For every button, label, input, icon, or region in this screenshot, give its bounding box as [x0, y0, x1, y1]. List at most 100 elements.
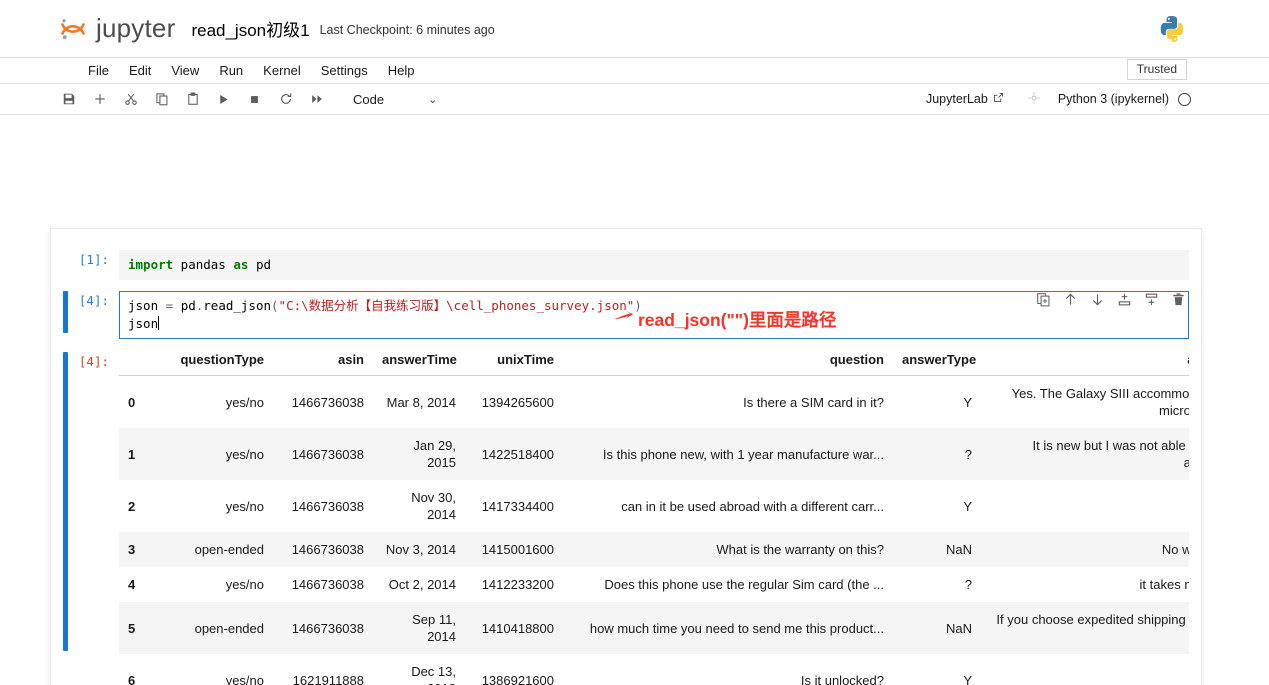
cell-question: What is the warranty on this?	[716, 542, 884, 557]
dataframe-body: 0 yes/no 1466736038 Mar 8, 2014 13942656…	[119, 376, 1189, 685]
cell-answer: it takes mini sim	[1139, 577, 1189, 592]
notebook-title[interactable]: read_json初级1	[191, 16, 309, 41]
cell-answer: It is new but I was not able to get it a…	[1032, 438, 1189, 470]
code-cell-1[interactable]: [1]: import pandas as pd	[51, 245, 1201, 285]
table-row: 5 open-ended 1466736038 Sep 11, 2014 141…	[119, 602, 1189, 654]
dataframe-output: questionType asin answerTime unixTime qu…	[119, 346, 1189, 685]
jupyterlab-label: JupyterLab	[925, 92, 988, 106]
copy-cell-button[interactable]	[149, 88, 174, 111]
kw-import: import	[128, 257, 174, 272]
menu-file[interactable]: File	[78, 61, 119, 80]
insert-cell-button[interactable]	[87, 88, 112, 111]
row-index: 1	[128, 446, 136, 462]
cell-answer: No warranty	[1161, 542, 1189, 557]
dataframe-table: questionType asin answerTime unixTime qu…	[119, 346, 1189, 685]
jupyter-logo-text: jupyter	[96, 13, 176, 43]
cell-answerTime: Oct 2, 2014	[388, 577, 456, 592]
cell-answerType: Y	[963, 394, 972, 410]
tok-json-line2: json	[128, 316, 159, 331]
text-cursor	[158, 316, 160, 330]
table-row: 2 yes/no 1466736038 Nov 30, 2014 1417334…	[119, 480, 1189, 532]
menu-view[interactable]: View	[161, 61, 209, 80]
tok-pd-mod: pd	[173, 298, 196, 313]
cell-2-editor[interactable]: json = pd.read_json("C:\数据分析【自我练习版】\cell…	[119, 291, 1189, 339]
external-link-icon	[993, 92, 1004, 106]
cell-unixTime: 1394265600	[481, 394, 554, 410]
col-answerTime: answerTime	[373, 346, 465, 376]
move-cell-down-icon[interactable]	[1089, 291, 1106, 308]
cell-2-prompt: [4]:	[78, 293, 109, 308]
table-row: 1 yes/no 1466736038 Jan 29, 2015 1422518…	[119, 428, 1189, 480]
col-asin: asin	[273, 346, 373, 376]
tok-rparen: )	[634, 298, 642, 313]
menu-kernel[interactable]: Kernel	[253, 61, 311, 80]
tok-path-string: "C:\数据分析【自我练习版】\cell_phones_survey.json"	[278, 298, 635, 313]
menu-run[interactable]: Run	[209, 61, 253, 80]
cell-asin: 1466736038	[291, 446, 364, 462]
cell-question: how much time you need to send me this p…	[589, 620, 884, 636]
delete-cell-icon[interactable]	[1170, 291, 1187, 308]
row-index: 0	[128, 394, 136, 410]
cell-questionType: yes/no	[225, 498, 264, 514]
cell-1-editor[interactable]: import pandas as pd	[119, 250, 1189, 280]
code-cell-2[interactable]: [4]: json = pd.read_json("C:\数据分析【自我练习版】…	[51, 285, 1201, 344]
cell-answerType: ?	[964, 446, 972, 462]
cell-answerTime: Nov 3, 2014	[385, 542, 456, 557]
cell-question: Is it unlocked?	[800, 672, 884, 685]
run-cell-button[interactable]	[211, 88, 236, 111]
cell-unixTime: 1415001600	[481, 542, 554, 557]
cell-2-selection-bar	[63, 291, 68, 333]
move-cell-up-icon[interactable]	[1062, 291, 1079, 308]
duplicate-cell-icon[interactable]	[1035, 291, 1052, 308]
python-logo-icon	[1157, 14, 1187, 44]
cell-answerType: Y	[963, 498, 972, 514]
output-cell: [4]: questionType asin answerTime unixTi…	[51, 346, 1201, 685]
gear-icon[interactable]	[1028, 92, 1040, 107]
restart-kernel-button[interactable]	[273, 88, 298, 111]
cut-cell-button[interactable]	[118, 88, 143, 111]
cell-answerTime: Dec 13, 2013	[411, 664, 456, 685]
insert-cell-above-icon[interactable]	[1116, 291, 1133, 308]
menu-help[interactable]: Help	[378, 61, 425, 80]
cell-unixTime: 1422518400	[481, 446, 554, 462]
menu-edit[interactable]: Edit	[119, 61, 161, 80]
row-index: 3	[128, 542, 136, 557]
menu-settings[interactable]: Settings	[311, 61, 378, 80]
output-selection-bar	[63, 352, 68, 651]
cell-answer: If you choose expedited shipping you wil…	[996, 612, 1189, 627]
cell-asin: 1466736038	[291, 577, 364, 592]
jupyter-logo[interactable]: jupyter	[58, 13, 175, 44]
jupyter-logo-icon	[58, 14, 88, 44]
notebook-page-area: [1]: import pandas as pd [4]: json = pd.…	[0, 115, 1269, 685]
cell-type-select[interactable]: Code	[349, 91, 388, 108]
tok-pd: pd	[248, 257, 272, 272]
kernel-status-icon[interactable]	[1178, 92, 1191, 106]
table-row: 0 yes/no 1466736038 Mar 8, 2014 13942656…	[119, 376, 1189, 429]
row-index: 2	[128, 498, 136, 514]
cell-asin: 1466736038	[291, 498, 364, 514]
cell-unixTime: 1412233200	[481, 577, 554, 592]
insert-cell-below-icon[interactable]	[1143, 291, 1160, 308]
kernel-name-label[interactable]: Python 3 (ipykernel)	[1058, 92, 1169, 106]
jupyterlab-link[interactable]: JupyterLab	[926, 92, 1004, 106]
tok-read-json: read_json	[203, 298, 272, 313]
tok-lparen: (	[271, 298, 279, 313]
table-header-row: questionType asin answerTime unixTime qu…	[119, 346, 1189, 376]
cell-answerTime: Sep 11, 2014	[412, 612, 456, 644]
trusted-badge[interactable]: Trusted	[1126, 59, 1187, 80]
chevron-down-icon[interactable]: ⌄	[428, 93, 437, 106]
kw-as: as	[233, 257, 249, 272]
cell-questionType: open-ended	[194, 620, 264, 636]
cell-answer: yes	[981, 654, 1189, 685]
cell-question: Is there a SIM card in it?	[743, 394, 884, 410]
cell-answerTime: Jan 29, 2015	[413, 438, 456, 470]
restart-run-all-button[interactable]	[304, 88, 329, 111]
cell-questionType: open-ended	[194, 542, 264, 557]
paste-cell-button[interactable]	[180, 88, 205, 111]
cell-questionType: yes/no	[225, 672, 264, 685]
cell-asin: 1466736038	[291, 620, 364, 636]
cell-question: Is this phone new, with 1 year manufactu…	[602, 446, 884, 462]
tok-json-var: json	[128, 298, 166, 313]
save-button[interactable]	[56, 88, 81, 111]
interrupt-kernel-button[interactable]	[242, 88, 267, 111]
